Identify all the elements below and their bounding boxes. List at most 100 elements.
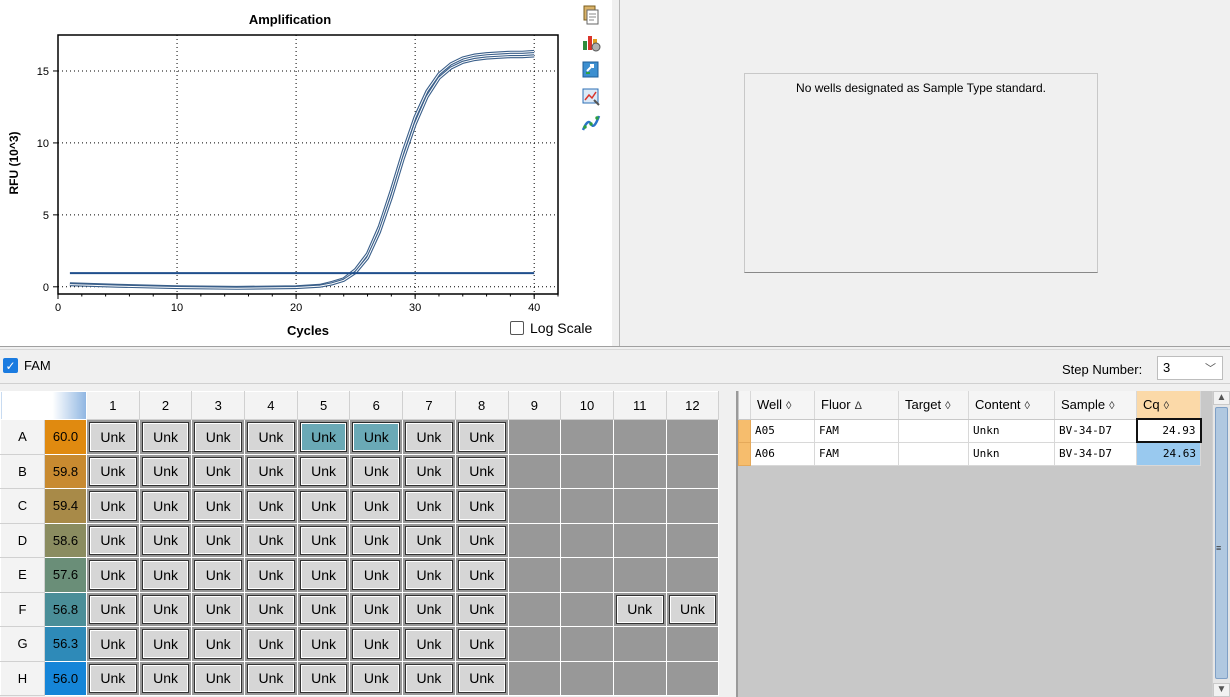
plate-well[interactable]: Unk [244,488,298,524]
plate-well[interactable] [560,453,614,489]
plate-well-button[interactable]: Unk [141,594,190,624]
plate-column-header[interactable]: 6 [349,391,404,420]
cell-target[interactable] [898,418,969,443]
plate-well-button[interactable]: Unk [352,594,401,624]
plate-well[interactable] [665,557,720,593]
row-selector[interactable] [738,441,751,466]
plate-well-button[interactable]: Unk [457,525,506,555]
plate-well[interactable]: Unk [296,453,351,489]
cell-content[interactable]: Unkn [968,418,1055,443]
plate-well[interactable]: Unk [349,591,404,627]
plate-row-header[interactable]: A [0,419,45,455]
plate-well[interactable] [507,522,562,558]
plate-well[interactable]: Unk [86,522,140,558]
plate-well-button[interactable]: Unk [194,456,243,486]
results-column-header-fluor[interactable]: Fluor Δ [814,391,899,420]
plate-well-button[interactable]: Unk [457,594,506,624]
plate-well[interactable] [560,591,614,627]
sort-icon[interactable]: ◊ [1109,400,1114,412]
plate-well-button[interactable]: Unk [89,560,137,590]
plate-well-button[interactable]: Unk [141,491,190,521]
plate-well[interactable]: Unk [244,453,298,489]
plate-well[interactable]: Unk [402,591,456,627]
plate-well-button[interactable]: Unk [247,560,295,590]
plate-well[interactable]: Unk [138,522,193,558]
results-scrollbar[interactable]: ▲ ≡ ▼ [1212,391,1230,697]
plate-well[interactable]: Unk [86,591,140,627]
plate-well-button[interactable]: Unk [194,491,243,521]
plate-row-header[interactable]: F [0,591,45,627]
plate-corner[interactable] [0,391,87,420]
plate-well-button[interactable]: Unk [89,525,137,555]
results-row-gutter-header[interactable] [738,391,751,420]
plate-well[interactable]: Unk [402,488,456,524]
plate-well[interactable]: Unk [402,626,456,662]
plate-well[interactable] [612,419,667,455]
plate-well-button[interactable]: Unk [405,560,453,590]
plate-well[interactable]: Unk [244,660,298,696]
log-scale-toggle[interactable]: Log Scale [510,320,592,336]
plate-well-button[interactable]: Unk [247,629,295,659]
table-row[interactable]: A05 FAM Unkn BV-34-D7 24.93 [738,418,1202,443]
cell-cq[interactable]: 24.93 [1135,418,1202,443]
plate-well-button[interactable]: Unk [141,525,190,555]
plate-well[interactable] [612,557,667,593]
plate-well[interactable]: Unk [191,626,246,662]
checkmark-icon[interactable]: ✓ [3,358,18,373]
plate-column-header[interactable]: 9 [507,391,562,420]
plate-well[interactable] [560,522,614,558]
plate-well[interactable]: Unk [454,453,509,489]
plate-column-header[interactable]: 5 [296,391,351,420]
plate-well-button[interactable]: Unk [194,525,243,555]
plate-well[interactable]: Unk [138,557,193,593]
chart-settings-icon[interactable] [580,31,602,53]
plate-well[interactable]: Unk [138,660,193,696]
plate-well-button[interactable]: Unk [247,594,295,624]
horizontal-splitter[interactable] [0,346,1230,350]
plate-well[interactable]: Unk [349,626,404,662]
plate-well[interactable] [507,419,562,455]
results-column-header-sample[interactable]: Sample ◊ [1054,391,1137,420]
plate-well[interactable] [612,522,667,558]
plate-well-button[interactable]: Unk [141,560,190,590]
plate-well[interactable] [612,488,667,524]
plate-well-button[interactable]: Unk [194,629,243,659]
plate-well[interactable]: Unk [138,419,193,455]
zoom-icon[interactable] [580,85,602,107]
plate-well[interactable]: Unk [296,591,351,627]
results-column-header-content[interactable]: Content ◊ [968,391,1055,420]
plate-well[interactable] [612,660,667,696]
plate-well-button[interactable]: Unk [247,525,295,555]
plate-well[interactable] [507,591,562,627]
scroll-up-icon[interactable]: ▲ [1213,391,1230,405]
plate-well[interactable]: Unk [454,626,509,662]
scroll-down-icon[interactable]: ▼ [1213,683,1230,697]
plate-well[interactable]: Unk [191,591,246,627]
plate-well[interactable]: Unk [244,419,298,455]
plate-well-button[interactable]: Unk [89,491,137,521]
plate-well[interactable]: Unk [191,488,246,524]
plate-well-button[interactable]: Unk [194,422,243,452]
plate-well-button[interactable]: Unk [247,422,295,452]
plate-well[interactable] [665,419,720,455]
plate-column-header[interactable]: 12 [665,391,720,420]
plate-column-header[interactable]: 11 [612,391,667,420]
plate-well[interactable] [665,626,720,662]
plate-well[interactable]: Unk [349,488,404,524]
cell-sample[interactable]: BV-34-D7 [1054,418,1137,443]
plate-well-button[interactable]: Unk [299,629,348,659]
plate-well-button[interactable]: Unk [194,594,243,624]
sort-icon[interactable]: Δ [855,400,862,412]
copy-icon[interactable] [580,4,602,26]
plate-well[interactable]: Unk [244,626,298,662]
plate-row-header[interactable]: E [0,557,45,593]
plate-well[interactable]: Unk [86,419,140,455]
plate-well[interactable] [507,488,562,524]
plate-well-button[interactable]: Unk [457,456,506,486]
plate-well-button[interactable]: Unk [405,456,453,486]
plate-well[interactable]: Unk [86,557,140,593]
plate-well[interactable] [507,453,562,489]
plate-well[interactable]: Unk [86,453,140,489]
plate-well-button[interactable]: Unk [141,663,190,693]
fam-toggle[interactable]: ✓ FAM [3,358,51,373]
